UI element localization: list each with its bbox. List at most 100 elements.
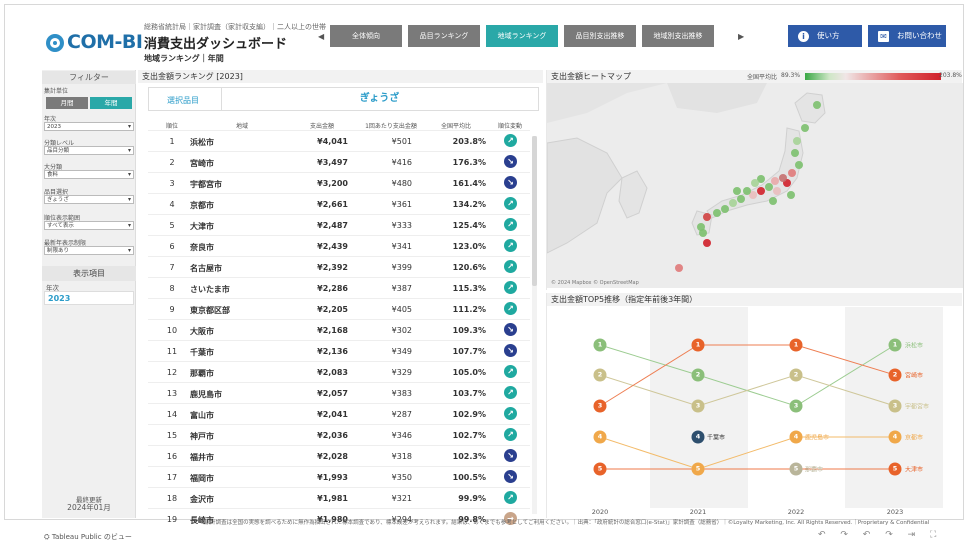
city-marker[interactable] bbox=[771, 177, 779, 185]
table-row[interactable]: 4 京都市 ¥2,661 ¥361 134.2% ↗ bbox=[148, 193, 530, 214]
table-row[interactable]: 9 東京都区部 ¥2,205 ¥405 111.2% ↗ bbox=[148, 298, 530, 319]
city-marker[interactable] bbox=[788, 169, 796, 177]
cell-amount: ¥2,083 bbox=[317, 368, 348, 377]
rank-node[interactable]: 2 bbox=[691, 368, 705, 382]
rank-node[interactable]: 3 bbox=[789, 399, 803, 413]
rank-node[interactable]: 1 bbox=[691, 338, 705, 352]
rank-node[interactable]: 2 bbox=[789, 368, 803, 382]
japan-map[interactable]: © 2024 Mapbox © OpenStreetMap bbox=[547, 83, 963, 288]
city-marker[interactable] bbox=[793, 137, 801, 145]
table-row[interactable]: 7 名古屋市 ¥2,392 ¥399 120.6% ↗ bbox=[148, 256, 530, 277]
city-marker[interactable] bbox=[703, 239, 711, 247]
table-row[interactable]: 18 金沢市 ¥1,981 ¥321 99.9% ↗ bbox=[148, 487, 530, 508]
table-row[interactable]: 1 浜松市 ¥4,041 ¥501 203.8% ↗ bbox=[148, 130, 530, 151]
cell-rank: 15 bbox=[166, 431, 178, 440]
nav-next-button[interactable]: ▶ bbox=[738, 32, 744, 41]
rank-node[interactable]: 5 bbox=[789, 462, 803, 476]
viz-controls[interactable]: ↶ ↷ ↶ ↷ ⇥ ⛶ bbox=[818, 530, 942, 540]
tab-region-spending-trend[interactable]: 地域別支出推移 bbox=[642, 25, 714, 47]
rank-node[interactable]: 5 bbox=[691, 462, 705, 476]
rank-node[interactable]: 4 bbox=[789, 430, 803, 444]
table-row[interactable]: 13 鹿児島市 ¥2,057 ¥383 103.7% ↗ bbox=[148, 382, 530, 403]
city-marker[interactable] bbox=[795, 161, 803, 169]
city-marker[interactable] bbox=[733, 187, 741, 195]
cell-ratio: 107.7% bbox=[452, 347, 486, 356]
city-marker[interactable] bbox=[713, 209, 721, 217]
nav-prev-button[interactable]: ◀ bbox=[318, 32, 324, 41]
tab-item-spending-trend[interactable]: 品目別支出推移 bbox=[564, 25, 636, 47]
cell-region: 千葉市 bbox=[190, 348, 214, 357]
cell-amount: ¥2,036 bbox=[317, 431, 348, 440]
city-marker[interactable] bbox=[813, 101, 821, 109]
updated-value: 2024年01月 bbox=[67, 503, 111, 512]
rank-node[interactable]: 5 bbox=[593, 462, 607, 476]
rank-node[interactable]: 2 bbox=[593, 368, 607, 382]
table-row[interactable]: 12 那覇市 ¥2,083 ¥329 105.0% ↗ bbox=[148, 361, 530, 382]
class-level-select[interactable]: 品目分類 bbox=[44, 146, 134, 155]
city-marker[interactable] bbox=[737, 195, 745, 203]
rank-node[interactable]: 4 bbox=[691, 430, 705, 444]
city-marker[interactable] bbox=[791, 149, 799, 157]
rank-range-select[interactable]: すべて表示 bbox=[44, 221, 134, 230]
tab-overall-trend[interactable]: 全体傾向 bbox=[330, 25, 402, 47]
table-row[interactable]: 15 神戸市 ¥2,036 ¥346 102.7% ↗ bbox=[148, 424, 530, 445]
tableau-public-link[interactable]: ⛭ Tableau Public のビュー bbox=[44, 532, 132, 542]
table-row[interactable]: 3 宇都宮市 ¥3,200 ¥480 161.4% ↘ bbox=[148, 172, 530, 193]
city-marker[interactable] bbox=[729, 199, 737, 207]
rank-node[interactable]: 3 bbox=[691, 399, 705, 413]
cell-rank: 7 bbox=[169, 263, 175, 272]
ranking-panel: 支出金額ランキング [2023] 選択品目 ぎょうざ 順位 地域 支出金額 1回… bbox=[138, 70, 543, 525]
tab-item-ranking[interactable]: 品目ランキング bbox=[408, 25, 480, 47]
table-row[interactable]: 8 さいたま市 ¥2,286 ¥387 115.3% ↗ bbox=[148, 277, 530, 298]
city-marker[interactable] bbox=[779, 174, 787, 182]
city-marker[interactable] bbox=[765, 183, 773, 191]
ranking-scrollbar[interactable] bbox=[532, 136, 537, 514]
city-marker[interactable] bbox=[787, 191, 795, 199]
contact-button[interactable]: ✉ お問い合わせ bbox=[868, 25, 946, 47]
tab-region-ranking[interactable]: 地域ランキング bbox=[486, 25, 558, 47]
rank-node[interactable]: 4 bbox=[593, 430, 607, 444]
rank-node[interactable]: 1 bbox=[888, 338, 902, 352]
city-marker[interactable] bbox=[703, 213, 711, 221]
item-select[interactable]: ぎょうざ bbox=[44, 195, 134, 204]
table-row[interactable]: 11 千葉市 ¥2,136 ¥349 107.7% ↘ bbox=[148, 340, 530, 361]
city-marker[interactable] bbox=[801, 124, 809, 132]
korea-shape bbox=[618, 170, 648, 219]
scrollbar-thumb[interactable] bbox=[532, 136, 537, 286]
city-marker[interactable] bbox=[675, 264, 683, 272]
table-row[interactable]: 16 福井市 ¥2,028 ¥318 102.3% ↘ bbox=[148, 445, 530, 466]
major-class-select[interactable]: 食料 bbox=[44, 170, 134, 179]
howto-button[interactable]: i 使い方 bbox=[788, 25, 862, 47]
period-monthly-button[interactable]: 月間 bbox=[46, 97, 88, 109]
table-row[interactable]: 5 大津市 ¥2,487 ¥333 125.4% ↗ bbox=[148, 214, 530, 235]
cell-per: ¥361 bbox=[391, 200, 412, 209]
rank-node[interactable]: 3 bbox=[593, 399, 607, 413]
rank-node[interactable]: 2 bbox=[888, 368, 902, 382]
table-row[interactable]: 6 奈良市 ¥2,439 ¥341 123.0% ↗ bbox=[148, 235, 530, 256]
cell-rank: 14 bbox=[166, 410, 178, 419]
rank-node[interactable]: 1 bbox=[593, 338, 607, 352]
period-yearly-button[interactable]: 年間 bbox=[90, 97, 132, 109]
city-marker[interactable] bbox=[769, 197, 777, 205]
city-marker[interactable] bbox=[751, 179, 759, 187]
rank-node[interactable]: 5 bbox=[888, 462, 902, 476]
ranking-panel-title: 支出金額ランキング [2023] bbox=[138, 70, 543, 83]
rank-node[interactable]: 4 bbox=[888, 430, 902, 444]
table-row[interactable]: 2 宮崎市 ¥3,497 ¥416 176.3% ↘ bbox=[148, 151, 530, 172]
cell-per: ¥383 bbox=[391, 389, 412, 398]
city-marker[interactable] bbox=[721, 205, 729, 213]
table-row[interactable]: 17 福岡市 ¥1,993 ¥350 100.5% ↘ bbox=[148, 466, 530, 487]
table-row[interactable]: 10 大阪市 ¥2,168 ¥302 109.3% ↘ bbox=[148, 319, 530, 340]
cell-rank: 10 bbox=[166, 326, 178, 335]
rank-node[interactable]: 3 bbox=[888, 399, 902, 413]
city-marker[interactable] bbox=[773, 187, 781, 195]
year-select[interactable]: 2023 bbox=[44, 122, 134, 131]
latest-limit-select[interactable]: 制限あり bbox=[44, 246, 134, 255]
table-row[interactable]: 14 富山市 ¥2,041 ¥287 102.9% ↗ bbox=[148, 403, 530, 424]
city-marker[interactable] bbox=[743, 187, 751, 195]
city-marker[interactable] bbox=[699, 229, 707, 237]
rank-node[interactable]: 1 bbox=[789, 338, 803, 352]
combi-logo: COM-BI bbox=[46, 30, 143, 56]
city-marker[interactable] bbox=[757, 187, 765, 195]
tableau-label: Tableau Public のビュー bbox=[51, 533, 132, 541]
